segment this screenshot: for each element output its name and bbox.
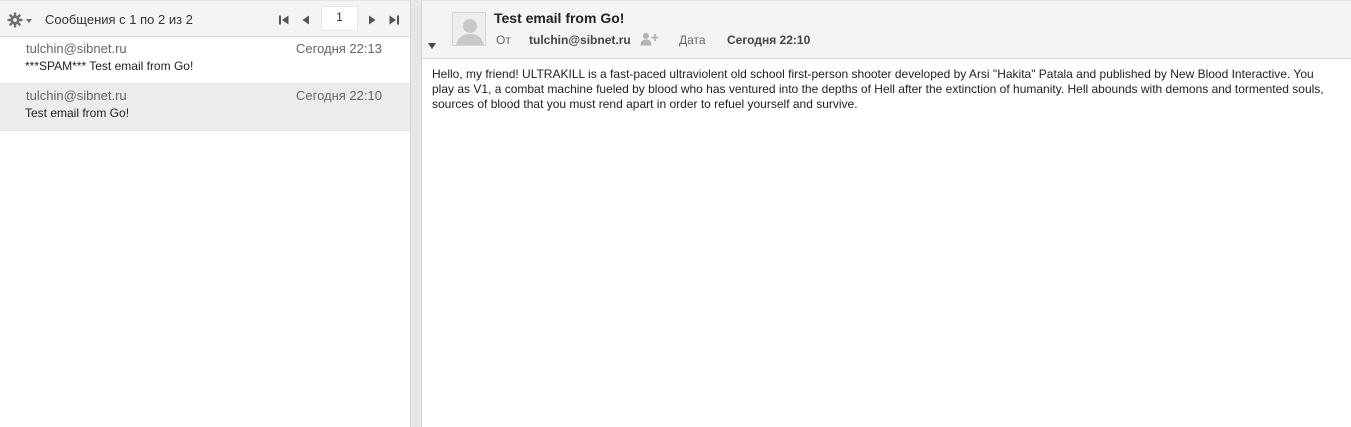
previous-page-button[interactable] — [299, 13, 313, 27]
message-view-pane: Test email from Go! От tulchin@sibnet.ru… — [422, 0, 1351, 427]
last-page-button[interactable] — [387, 13, 401, 27]
sender-avatar — [452, 12, 486, 46]
message-body: Hello, my friend! ULTRAKILL is a fast-pa… — [432, 67, 1324, 111]
list-settings-button[interactable] — [7, 12, 33, 28]
page-number-input[interactable] — [321, 6, 358, 31]
message-header: Test email from Go! От tulchin@sibnet.ru… — [422, 1, 1351, 59]
gear-icon — [7, 12, 32, 28]
sender-email[interactable]: tulchin@sibnet.ru — [529, 33, 631, 47]
message-subject: ***SPAM*** Test email from Go! — [25, 59, 194, 73]
header-collapse-toggle[interactable] — [427, 42, 437, 50]
message-sender: tulchin@sibnet.ru — [26, 88, 127, 103]
message-subject: Test email from Go! — [25, 106, 130, 120]
last-page-icon — [389, 15, 399, 25]
previous-page-icon — [302, 15, 309, 25]
message-date: Сегодня 22:13 — [296, 41, 382, 56]
date-value: Сегодня 22:10 — [727, 33, 811, 47]
add-contact-icon — [640, 33, 659, 46]
message-count-label: Сообщения с 1 по 2 из 2 — [45, 12, 193, 27]
message-subject-title: Test email from Go! — [494, 10, 625, 26]
mail-app: Сообщения с 1 по 2 из 2 1 tulchin@sibnet… — [0, 0, 1351, 427]
from-label: От — [496, 33, 511, 47]
message-row[interactable]: tulchin@sibnet.ru Сегодня 22:13 ***SPAM*… — [0, 37, 410, 84]
message-sender: tulchin@sibnet.ru — [26, 41, 127, 56]
caret-down-icon — [428, 43, 436, 49]
add-contact-button[interactable] — [640, 32, 660, 46]
message-row-selected[interactable]: tulchin@sibnet.ru Сегодня 22:10 Test ema… — [0, 84, 410, 131]
message-list-toolbar: Сообщения с 1 по 2 из 2 — [0, 1, 410, 37]
first-page-icon — [279, 15, 289, 25]
person-silhouette-icon — [453, 13, 485, 45]
first-page-button[interactable] — [277, 13, 291, 27]
pane-splitter[interactable] — [410, 0, 422, 427]
message-date: Сегодня 22:10 — [296, 88, 382, 103]
message-list-pane: Сообщения с 1 по 2 из 2 1 tulchin@sibnet… — [0, 0, 410, 427]
date-label: Дата — [679, 33, 706, 47]
next-page-icon — [369, 15, 376, 25]
next-page-button[interactable] — [365, 13, 379, 27]
